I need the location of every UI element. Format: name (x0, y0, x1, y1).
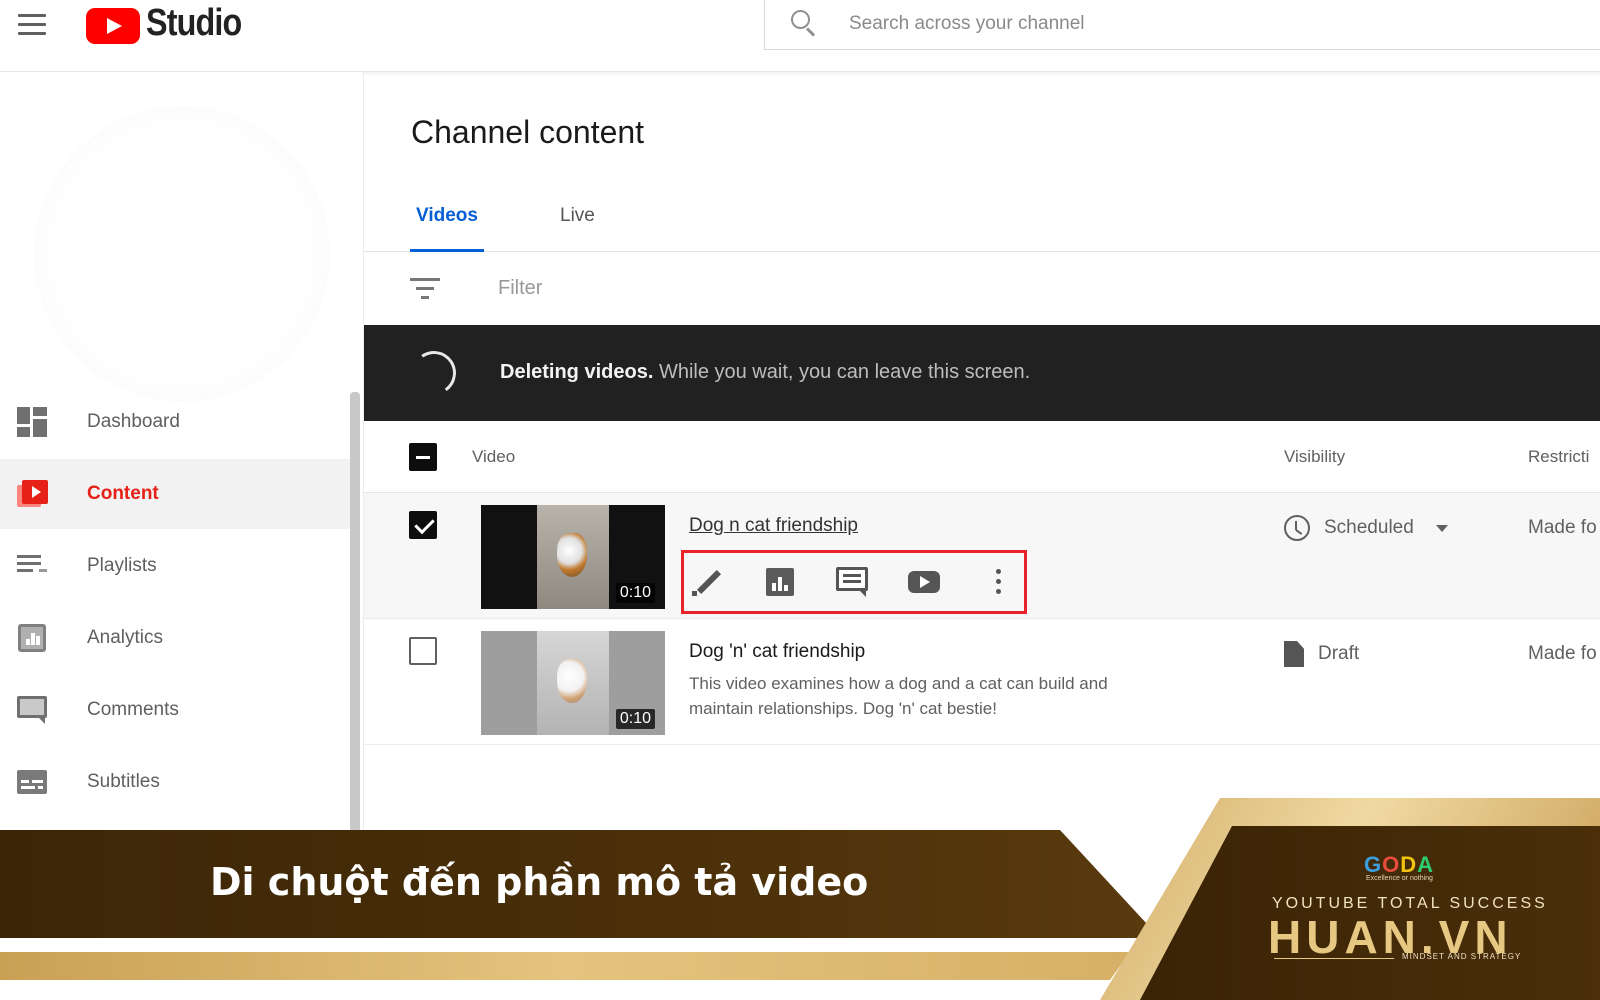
video-title[interactable]: Dog n cat friendship (689, 515, 858, 537)
video-title[interactable]: Dog 'n' cat friendship (689, 641, 865, 663)
table-row[interactable]: 0:10 Dog n cat friendship Scheduled Made… (364, 493, 1600, 619)
video-actions-highlight (681, 550, 1027, 614)
filter-label[interactable]: Filter (498, 277, 542, 300)
sidebar-item-content[interactable]: Content (0, 459, 350, 529)
content-tabs: Videos Live (364, 197, 1600, 252)
app-name: Studio (146, 2, 242, 44)
column-visibility[interactable]: Visibility (1284, 447, 1345, 467)
sidebar-item-playlists[interactable]: Playlists (0, 531, 350, 601)
sidebar-item-label: Playlists (87, 555, 157, 576)
banner-gold-stripe (0, 952, 1130, 980)
brand-subtitle: MINDSET AND STRATEGY (1402, 952, 1522, 961)
column-restrictions[interactable]: Restricti (1528, 447, 1589, 467)
video-duration: 0:10 (615, 583, 655, 603)
goda-tagline: Excellence or nothing (1366, 875, 1433, 882)
row-checkbox[interactable] (409, 637, 437, 665)
brand-divider (1274, 958, 1394, 959)
deleting-snackbar: Deleting videos. While you wait, you can… (364, 325, 1600, 421)
table-header: Video Visibility Restricti (364, 421, 1600, 493)
tab-videos[interactable]: Videos (410, 205, 484, 252)
video-duration: 0:10 (615, 709, 655, 729)
restrictions-value: Made fo (1528, 643, 1597, 664)
analytics-bars-icon[interactable] (763, 565, 797, 599)
subtitles-icon (16, 766, 48, 798)
filter-bar[interactable]: Filter (364, 252, 1600, 325)
visibility-status[interactable]: Draft (1284, 641, 1359, 667)
sidebar-item-label: Subtitles (87, 771, 160, 792)
snackbar-bold: Deleting videos. (500, 361, 654, 383)
search-input[interactable] (849, 10, 1549, 38)
comments-icon[interactable] (835, 565, 869, 599)
sidebar-item-comments[interactable]: Comments (0, 675, 350, 745)
table-row[interactable]: 0:10 Dog 'n' cat friendship This video e… (364, 619, 1600, 745)
visibility-value: Scheduled (1324, 517, 1414, 538)
banner-caption: Di chuột đến phần mô tả video (210, 860, 869, 904)
sidebar-item-label: Dashboard (87, 411, 180, 432)
dashboard-icon (16, 406, 48, 438)
content-icon (16, 478, 48, 510)
search-icon[interactable] (791, 10, 817, 37)
main-content: Channel content Videos Live Filter Delet… (364, 72, 1600, 832)
video-thumbnail[interactable]: 0:10 (481, 631, 665, 735)
video-thumbnail[interactable]: 0:10 (481, 505, 665, 609)
sidebar: Dashboard Content Playlists Analytics Co… (0, 72, 364, 832)
visibility-select[interactable]: Scheduled (1284, 515, 1448, 541)
playlists-icon (16, 550, 48, 582)
select-all-checkbox[interactable] (409, 443, 437, 471)
search-bar[interactable] (764, 0, 1600, 50)
youtube-logo-icon[interactable] (86, 8, 140, 44)
column-video[interactable]: Video (472, 447, 515, 467)
sidebar-item-label: Comments (87, 699, 179, 720)
youtube-view-icon[interactable] (907, 565, 941, 599)
sidebar-item-label: Content (87, 483, 159, 504)
filter-icon[interactable] (410, 278, 440, 300)
top-bar: Studio (0, 0, 1600, 72)
draft-document-icon (1284, 641, 1304, 667)
edit-pencil-icon[interactable] (690, 565, 724, 599)
spinner-icon (408, 347, 460, 399)
tab-live[interactable]: Live (554, 205, 601, 252)
analytics-icon (16, 622, 48, 654)
sidebar-item-dashboard[interactable]: Dashboard (0, 387, 350, 457)
snackbar-message: Deleting videos. While you wait, you can… (500, 361, 1030, 384)
sidebar-item-subtitles[interactable]: Subtitles (0, 747, 350, 817)
sidebar-scrollbar[interactable] (350, 392, 360, 832)
video-description[interactable]: This video examines how a dog and a cat … (689, 671, 1169, 721)
page-title: Channel content (411, 114, 645, 150)
visibility-value: Draft (1318, 643, 1360, 664)
comments-icon (16, 694, 48, 726)
chevron-down-icon[interactable] (1435, 524, 1448, 532)
clock-icon (1284, 515, 1310, 541)
sidebar-item-analytics[interactable]: Analytics (0, 603, 350, 673)
restrictions-value: Made fo (1528, 517, 1597, 538)
menu-icon[interactable] (18, 14, 48, 36)
more-options-icon[interactable] (982, 565, 1016, 599)
channel-avatar[interactable] (34, 106, 330, 402)
snackbar-rest: While you wait, you can leave this scree… (658, 361, 1031, 383)
sidebar-item-label: Analytics (87, 627, 164, 648)
row-checkbox[interactable] (409, 511, 437, 539)
